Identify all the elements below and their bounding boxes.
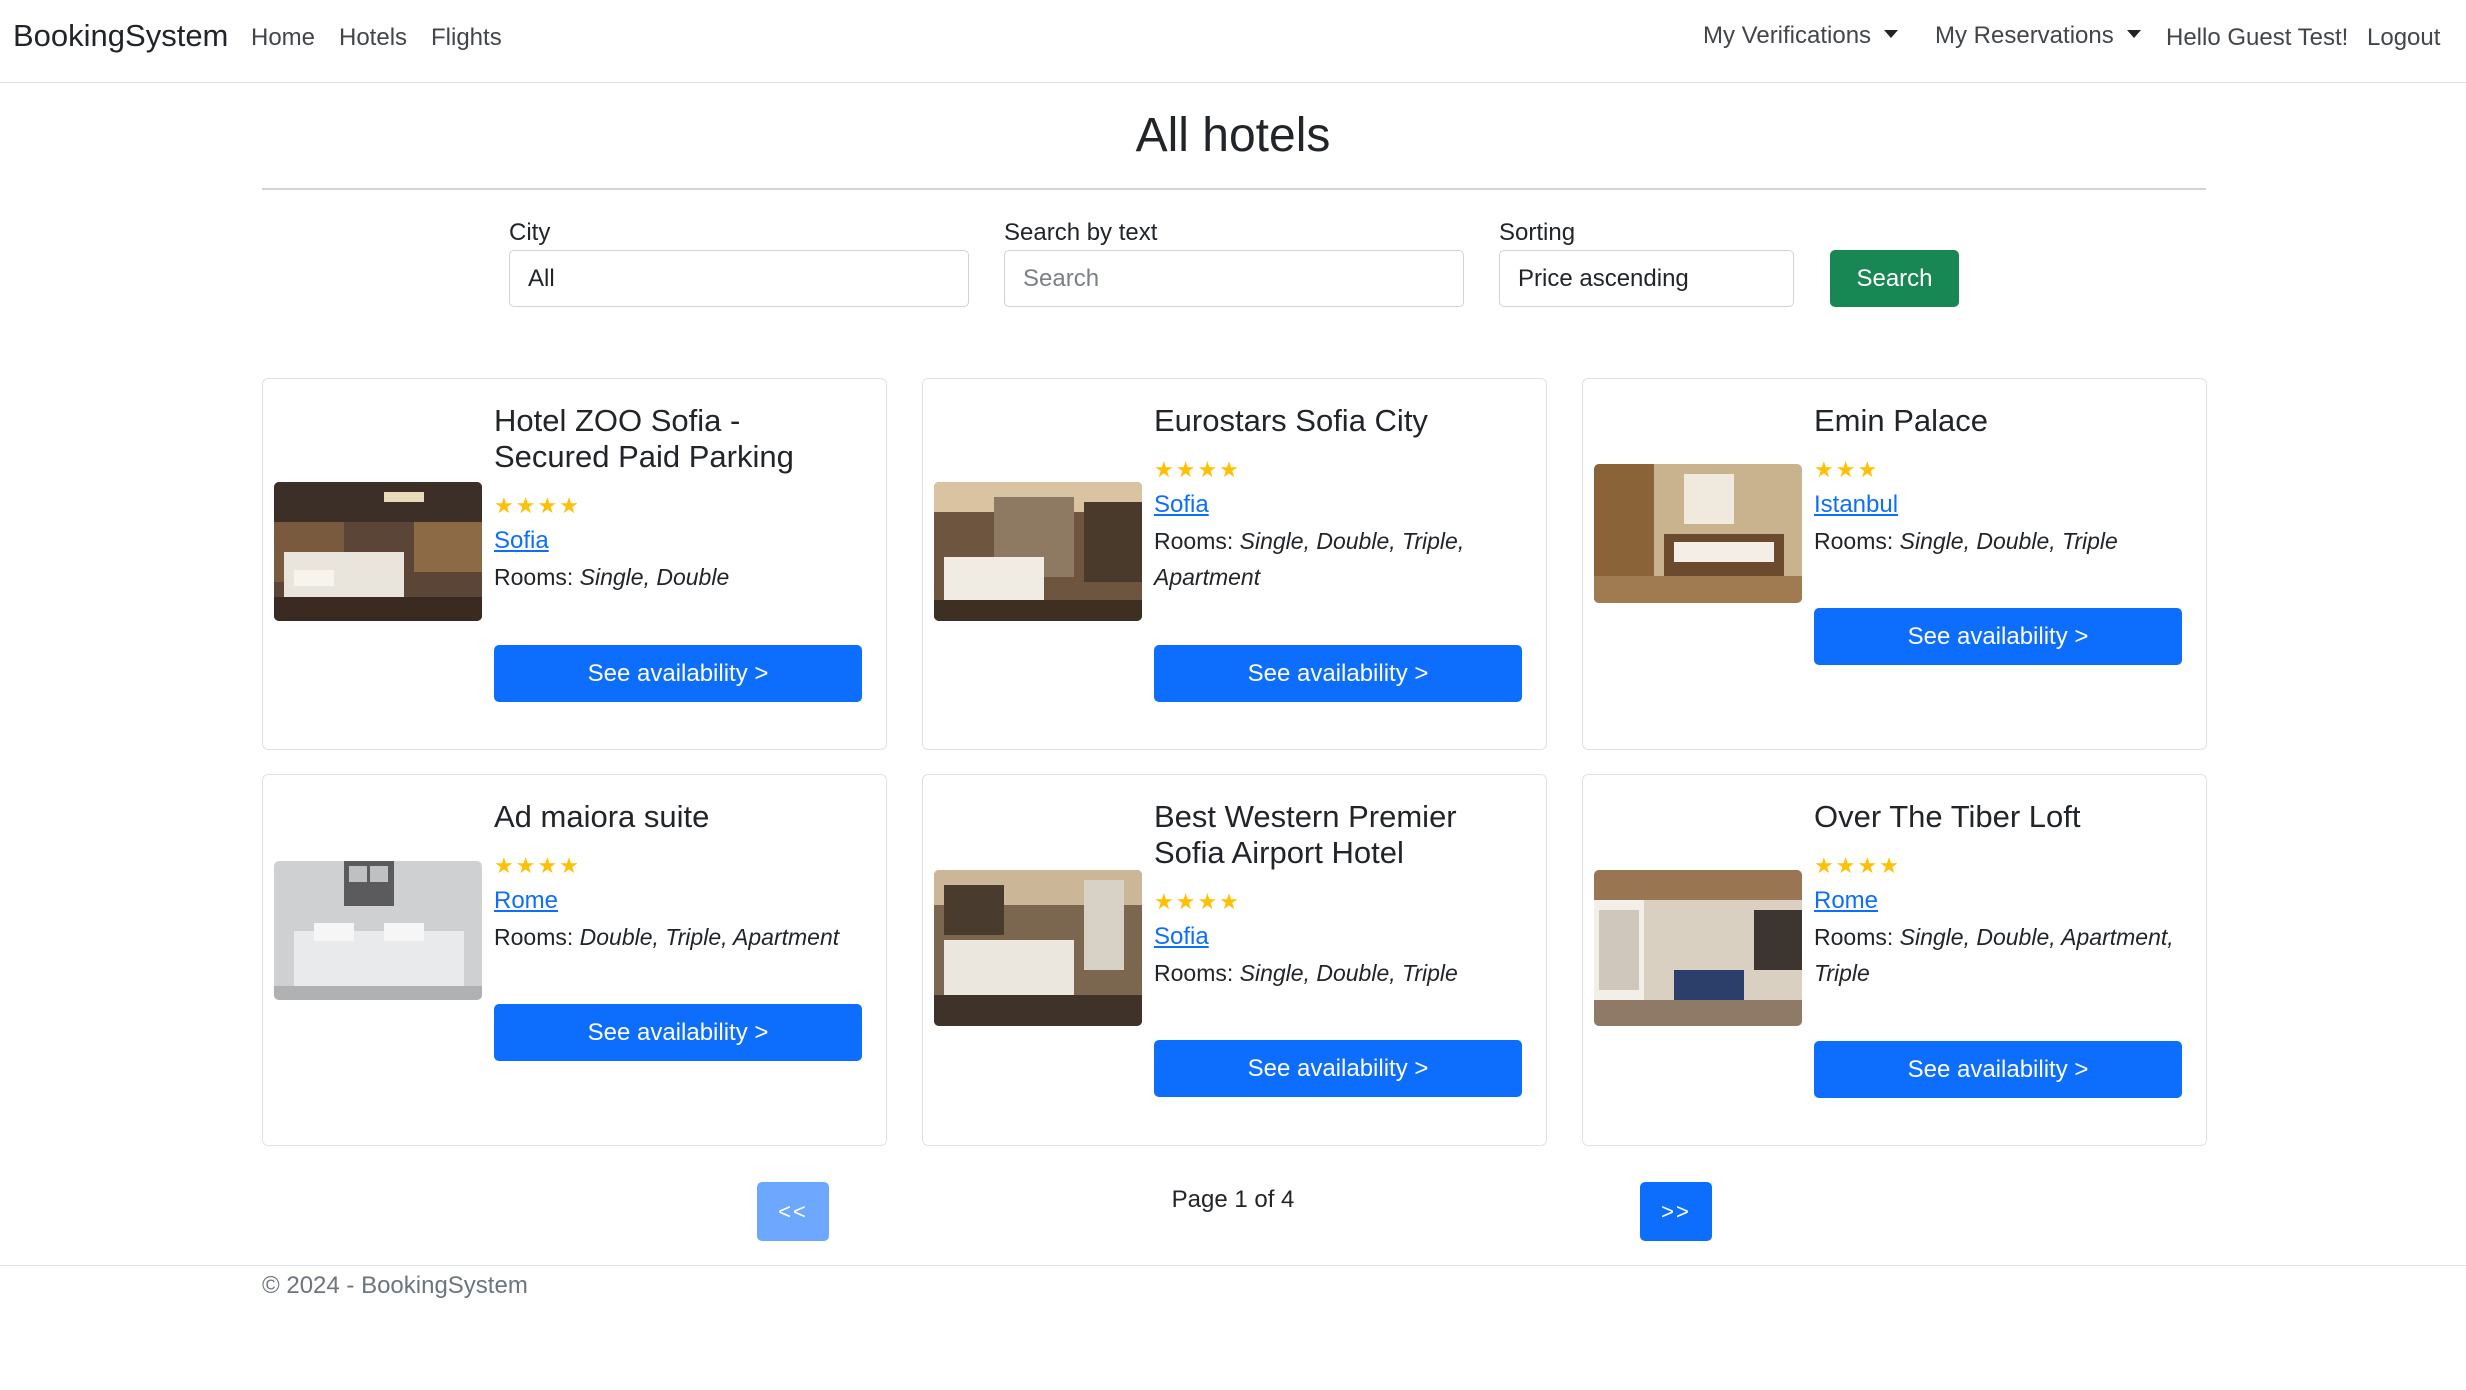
- hotel-name[interactable]: Eurostars Sofia City: [1154, 403, 1524, 439]
- city-label: City: [509, 219, 551, 246]
- footer-copyright: © 2024 - BookingSystem: [262, 1272, 528, 1299]
- hotel-card: Eurostars Sofia City ★★★★ Sofia Rooms: S…: [922, 378, 1547, 750]
- rooms-types: Double, Triple, Apartment: [579, 924, 840, 950]
- hotel-card: Hotel ZOO Sofia - Secured Paid Parking ★…: [262, 378, 887, 750]
- hotel-photo: [1594, 464, 1802, 603]
- search-text-input[interactable]: Search: [1004, 250, 1464, 307]
- my-verifications-dropdown[interactable]: My Verifications: [1703, 22, 1899, 50]
- brand-link[interactable]: BookingSystem: [13, 18, 228, 54]
- hotel-photo: [934, 482, 1142, 621]
- rooms-label: Rooms:: [1154, 528, 1240, 554]
- hotel-card: Emin Palace ★★★ Istanbul Rooms: Single, …: [1582, 378, 2207, 750]
- hotel-rooms: Rooms: Double, Triple, Apartment: [494, 919, 879, 955]
- footer-divider: [0, 1265, 2466, 1266]
- hotel-name[interactable]: Ad maiora suite: [494, 799, 864, 835]
- hotel-city-link[interactable]: Sofia: [494, 527, 549, 555]
- hotel-city-link[interactable]: Rome: [494, 887, 558, 915]
- hotel-card: Best Western Premier Sofia Airport Hotel…: [922, 774, 1547, 1146]
- hotel-card: Over The Tiber Loft ★★★★ Rome Rooms: Sin…: [1582, 774, 2207, 1146]
- see-availability-button[interactable]: See availability >: [1154, 645, 1522, 702]
- star-rating-icon: ★★★★: [1154, 457, 1241, 482]
- hotel-rooms: Rooms: Single, Double, Triple, Apartment: [1154, 523, 1539, 595]
- rooms-label: Rooms:: [494, 924, 580, 950]
- search-button[interactable]: Search: [1830, 250, 1959, 307]
- hotel-photo: [1594, 870, 1802, 1026]
- rooms-types: Single, Double, Triple: [1899, 528, 2118, 554]
- hotel-rooms: Rooms: Single, Double: [494, 559, 879, 595]
- rooms-label: Rooms:: [1814, 924, 1900, 950]
- caret-down-icon: [1884, 30, 1899, 38]
- my-reservations-label: My Reservations: [1935, 22, 2114, 49]
- my-reservations-dropdown[interactable]: My Reservations: [1935, 22, 2141, 50]
- see-availability-button[interactable]: See availability >: [1154, 1040, 1522, 1097]
- see-availability-button[interactable]: See availability >: [1814, 1041, 2182, 1098]
- star-rating-icon: ★★★★: [494, 853, 581, 878]
- see-availability-button[interactable]: See availability >: [494, 1004, 862, 1061]
- hotel-rooms: Rooms: Single, Double, Apartment, Triple: [1814, 919, 2199, 991]
- hotel-photo: [934, 870, 1142, 1026]
- star-rating-icon: ★★★★: [1814, 853, 1901, 878]
- title-divider: [262, 188, 2206, 190]
- next-page-button[interactable]: >>: [1640, 1182, 1712, 1241]
- hotel-card: Ad maiora suite ★★★★ Rome Rooms: Double,…: [262, 774, 887, 1146]
- star-rating-icon: ★★★★: [1154, 889, 1241, 914]
- hotel-name[interactable]: Over The Tiber Loft: [1814, 799, 2184, 835]
- rooms-types: Single, Double: [579, 564, 730, 590]
- rooms-label: Rooms:: [494, 564, 580, 590]
- rooms-label: Rooms:: [1814, 528, 1900, 554]
- hotel-city-link[interactable]: Rome: [1814, 887, 1878, 915]
- hotel-rooms: Rooms: Single, Double, Triple: [1814, 523, 2199, 559]
- hotel-photo: [274, 482, 482, 621]
- nav-home-link[interactable]: Home: [251, 24, 315, 52]
- nav-hotels-link[interactable]: Hotels: [339, 24, 407, 52]
- sorting-select[interactable]: Price ascending: [1499, 250, 1794, 307]
- hotel-name[interactable]: Best Western Premier Sofia Airport Hotel: [1154, 799, 1524, 871]
- hotel-city-link[interactable]: Sofia: [1154, 923, 1209, 951]
- star-rating-icon: ★★★★: [494, 493, 581, 518]
- nav-flights-link[interactable]: Flights: [431, 24, 502, 52]
- page-title: All hotels: [1135, 109, 1331, 162]
- top-navbar: BookingSystem Home Hotels Flights My Ver…: [0, 0, 2466, 83]
- see-availability-button[interactable]: See availability >: [494, 645, 862, 702]
- hotel-city-link[interactable]: Istanbul: [1814, 491, 1898, 519]
- rooms-label: Rooms:: [1154, 960, 1240, 986]
- hotel-name[interactable]: Emin Palace: [1814, 403, 2184, 439]
- rooms-types: Single, Double, Triple: [1239, 960, 1458, 986]
- city-select[interactable]: All: [509, 250, 969, 307]
- star-rating-icon: ★★★: [1814, 457, 1880, 482]
- logout-link[interactable]: Logout: [2367, 24, 2440, 52]
- sorting-label: Sorting: [1499, 219, 1576, 246]
- see-availability-button[interactable]: See availability >: [1814, 608, 2182, 665]
- hotel-name[interactable]: Hotel ZOO Sofia - Secured Paid Parking: [494, 403, 864, 475]
- user-greeting-link[interactable]: Hello Guest Test!: [2166, 24, 2348, 52]
- hotel-photo: [274, 861, 482, 1000]
- caret-down-icon: [2126, 30, 2141, 38]
- page-indicator: Page 1 of 4: [1171, 1186, 1295, 1213]
- search-text-label: Search by text: [1004, 219, 1158, 246]
- hotel-rooms: Rooms: Single, Double, Triple: [1154, 955, 1539, 991]
- hotel-city-link[interactable]: Sofia: [1154, 491, 1209, 519]
- my-verifications-label: My Verifications: [1703, 22, 1872, 49]
